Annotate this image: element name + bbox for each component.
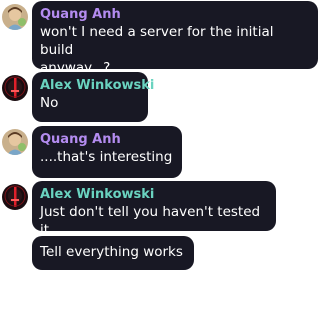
- quang-anh-avatar-icon[interactable]: [2, 129, 28, 155]
- message-author[interactable]: Quang Anh: [40, 131, 174, 148]
- message-bubble: Alex Winkowski Just don't tell you haven…: [32, 181, 276, 238]
- message-bubble: Tell everything works: [32, 236, 194, 270]
- chat-message-list: Quang Anh won't I need a server for the …: [0, 0, 320, 320]
- message-text: ....that's interesting: [40, 149, 173, 165]
- message-bubble: Quang Anh ....that's interesting: [32, 126, 182, 178]
- message-text: Just don't tell you haven't tested it: [40, 204, 265, 238]
- message-bubble: Quang Anh won't I need a server for the …: [32, 1, 318, 76]
- message-author[interactable]: Alex Winkowski: [40, 186, 268, 203]
- message-bubble: Alex Winkowski No: [32, 72, 154, 122]
- message-text: Tell everything works: [40, 244, 183, 260]
- message-text: won't I need a server for the initial bu…: [40, 24, 278, 58]
- message-text: No: [40, 95, 59, 111]
- alex-winkowski-avatar-icon[interactable]: [2, 75, 28, 101]
- quang-anh-avatar-icon[interactable]: [2, 4, 28, 30]
- alex-winkowski-avatar-icon[interactable]: [2, 184, 28, 210]
- message-author[interactable]: Quang Anh: [40, 6, 310, 23]
- message-author[interactable]: Alex Winkowski: [40, 77, 154, 94]
